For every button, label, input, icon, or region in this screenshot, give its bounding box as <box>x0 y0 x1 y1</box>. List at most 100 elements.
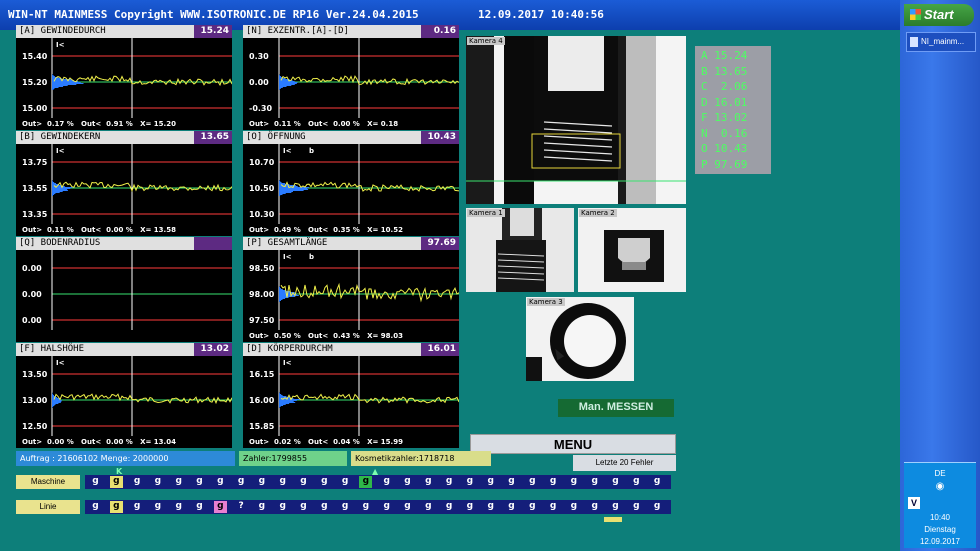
status-cell[interactable]: g <box>526 501 539 513</box>
histogram-bar <box>52 403 59 404</box>
histogram-bar <box>279 76 281 77</box>
histogram-bar <box>52 181 53 182</box>
chart-marker-tag: I< <box>56 147 65 155</box>
status-cell[interactable]: g <box>380 501 393 513</box>
status-cell[interactable]: g <box>276 501 289 513</box>
taskbar-task-button[interactable]: NI_mainm... <box>906 32 976 52</box>
status-cell[interactable]: g <box>89 501 102 513</box>
status-cell[interactable]: g <box>505 501 518 513</box>
status-cell[interactable]: g <box>297 476 310 488</box>
status-cell[interactable]: g <box>463 501 476 513</box>
histogram-bar <box>279 400 297 401</box>
status-cell[interactable]: g <box>651 476 664 488</box>
status-cell[interactable]: g <box>297 501 310 513</box>
status-cell[interactable]: g <box>318 501 331 513</box>
status-cell[interactable]: g <box>235 476 248 488</box>
status-cell[interactable]: g <box>443 501 456 513</box>
status-cell[interactable]: g <box>318 476 331 488</box>
row-label-linie: Linie <box>16 500 80 514</box>
status-cell[interactable]: g <box>131 476 144 488</box>
status-cell[interactable]: g <box>151 476 164 488</box>
letzte-20-fehler-button[interactable]: Letzte 20 Fehler <box>573 455 676 471</box>
camera-1-image <box>466 208 574 292</box>
status-cell[interactable]: g <box>109 501 123 513</box>
camera-2-image <box>578 208 686 292</box>
status-cell[interactable]: g <box>484 501 497 513</box>
status-cell[interactable]: g <box>213 501 227 513</box>
status-cell[interactable]: g <box>339 476 352 488</box>
status-cell[interactable]: g <box>193 476 206 488</box>
histogram-bar <box>52 188 71 189</box>
histogram-bar <box>52 193 56 194</box>
status-cell[interactable]: g <box>359 476 373 488</box>
status-cell[interactable]: g <box>172 476 185 488</box>
status-cell[interactable]: g <box>151 501 164 513</box>
status-cell[interactable]: g <box>422 501 435 513</box>
menu-button[interactable]: MENU <box>470 434 676 454</box>
status-cell[interactable]: g <box>651 501 664 513</box>
status-cell[interactable]: g <box>401 501 414 513</box>
tray-time[interactable]: 10:40 <box>904 513 976 522</box>
tray-volume-icon[interactable]: V <box>908 497 920 509</box>
status-cell[interactable]: g <box>359 501 372 513</box>
status-cell[interactable]: g <box>463 476 476 488</box>
status-cell[interactable]: g <box>214 476 227 488</box>
status-cell[interactable]: g <box>567 501 580 513</box>
y-tick-label: 13.00 <box>22 396 48 405</box>
histogram-bar <box>279 189 309 190</box>
status-cell[interactable]: g <box>89 476 102 488</box>
status-cell[interactable]: g <box>588 501 601 513</box>
status-cell[interactable]: g <box>547 476 560 488</box>
status-cell[interactable]: ? <box>235 501 248 513</box>
status-cell[interactable]: g <box>526 476 539 488</box>
status-cell[interactable]: g <box>255 501 268 513</box>
man-messen-button[interactable]: Man. MESSEN <box>558 399 674 417</box>
chart-panel-value <box>194 237 232 250</box>
chart-panel: [P] GESAMTLÄNGE 97.69 98.50 98.00 97.50 I< b Ou… <box>243 237 459 342</box>
status-cell[interactable]: g <box>401 476 414 488</box>
histogram-bar <box>52 394 54 395</box>
histogram-bar <box>279 404 286 405</box>
histogram-bar <box>279 182 282 183</box>
chart-panel-plot <box>51 356 232 436</box>
status-cell[interactable]: g <box>505 476 518 488</box>
chart-panel-plot <box>278 144 459 224</box>
status-cell[interactable]: g <box>443 476 456 488</box>
status-cell[interactable]: g <box>630 476 643 488</box>
chart-panel: [N] EXZENTR.[A]-[D] 0.16 0.30 0.00 -0.30 Out>… <box>243 25 459 130</box>
histogram-bar <box>52 189 68 190</box>
histogram-bar <box>279 181 281 182</box>
chart-panel: [F] HALSHÖHE 13.02 13.50 13.00 12.50 I< Out> 0… <box>16 343 232 448</box>
status-cell[interactable]: g <box>380 476 393 488</box>
chart-panel-footer: Out> 0.11 % Out< 0.00 % X= 13.58 <box>22 226 176 234</box>
chart-panel-value: 13.02 <box>194 343 232 356</box>
status-cell[interactable]: g <box>484 476 497 488</box>
y-tick-label: 0.30 <box>249 52 269 61</box>
signal-series <box>53 393 232 405</box>
y-tick-label: 13.35 <box>22 210 48 219</box>
start-button[interactable]: Start <box>904 4 974 26</box>
status-cell[interactable]: g <box>131 501 144 513</box>
status-cell[interactable]: g <box>630 501 643 513</box>
status-cell[interactable]: g <box>609 501 622 513</box>
status-cell[interactable]: g <box>193 501 206 513</box>
status-cell[interactable]: g <box>255 476 268 488</box>
status-cell[interactable]: g <box>276 476 289 488</box>
chart-panel-plot <box>278 38 459 118</box>
status-cell[interactable]: g <box>567 476 580 488</box>
status-cell[interactable]: g <box>422 476 435 488</box>
histogram-bar <box>279 287 280 288</box>
status-cell[interactable]: g <box>109 476 123 488</box>
status-cell[interactable]: g <box>172 501 185 513</box>
status-cell[interactable]: g <box>547 501 560 513</box>
tray-language[interactable]: DE <box>904 469 976 478</box>
status-cell[interactable]: g <box>609 476 622 488</box>
histogram-bar <box>279 394 282 395</box>
y-tick-label: 12.50 <box>22 422 48 431</box>
chart-panel-value: 15.24 <box>194 25 232 38</box>
signal-series <box>280 75 459 86</box>
status-cell[interactable]: g <box>588 476 601 488</box>
histogram-bar <box>279 188 308 189</box>
status-cell[interactable]: g <box>339 501 352 513</box>
histogram-bar <box>279 88 281 89</box>
